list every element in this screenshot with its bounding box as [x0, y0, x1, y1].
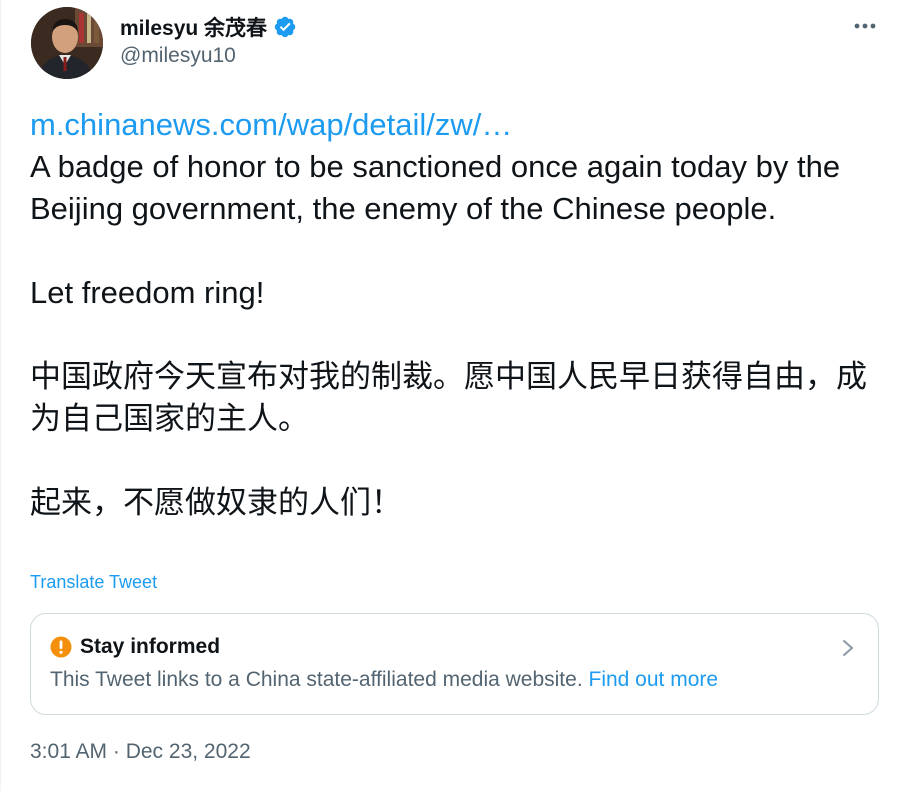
- find-out-more-link[interactable]: Find out more: [589, 668, 719, 691]
- notice-body: This Tweet links to a China state-affili…: [50, 668, 718, 692]
- tweet-paragraph: A badge of honor to be sanctioned once a…: [30, 149, 841, 226]
- translate-tweet-link[interactable]: Translate Tweet: [30, 572, 157, 593]
- author-name[interactable]: milesyu 余茂春: [120, 12, 297, 42]
- author-name-label: milesyu 余茂春: [120, 17, 268, 40]
- tweet-paragraph: Let freedom ring!: [30, 275, 265, 310]
- tweet-link[interactable]: m.chinanews.com/wap/detail/zw/…: [30, 104, 890, 146]
- notice-title: Stay informed: [80, 635, 221, 658]
- author-handle[interactable]: @milesyu10: [120, 44, 236, 68]
- avatar[interactable]: [31, 7, 103, 79]
- tweet-timestamp[interactable]: 3:01 AM · Dec 23, 2022: [30, 740, 251, 764]
- profile-photo-icon: [31, 7, 103, 79]
- notice-body-text: This Tweet links to a China state-affili…: [50, 668, 589, 691]
- tweet-paragraph: 起来，不愿做奴隶的人们！: [30, 485, 402, 520]
- tweet: milesyu 余茂春 @milesyu10 m.chinanews.com/w…: [0, 0, 902, 791]
- verified-badge-icon: [274, 16, 296, 38]
- tweet-paragraph: 中国政府今天宣布对我的制裁。愿中国人民早日获得自由，成为自己国家的主人。: [30, 359, 867, 436]
- alert-icon: [50, 636, 72, 658]
- more-options-icon[interactable]: [849, 14, 881, 38]
- stay-informed-card[interactable]: Stay informed This Tweet links to a Chin…: [30, 613, 879, 715]
- tweet-text: m.chinanews.com/wap/detail/zw/… A badge …: [30, 104, 890, 524]
- chevron-right-icon: [843, 640, 853, 656]
